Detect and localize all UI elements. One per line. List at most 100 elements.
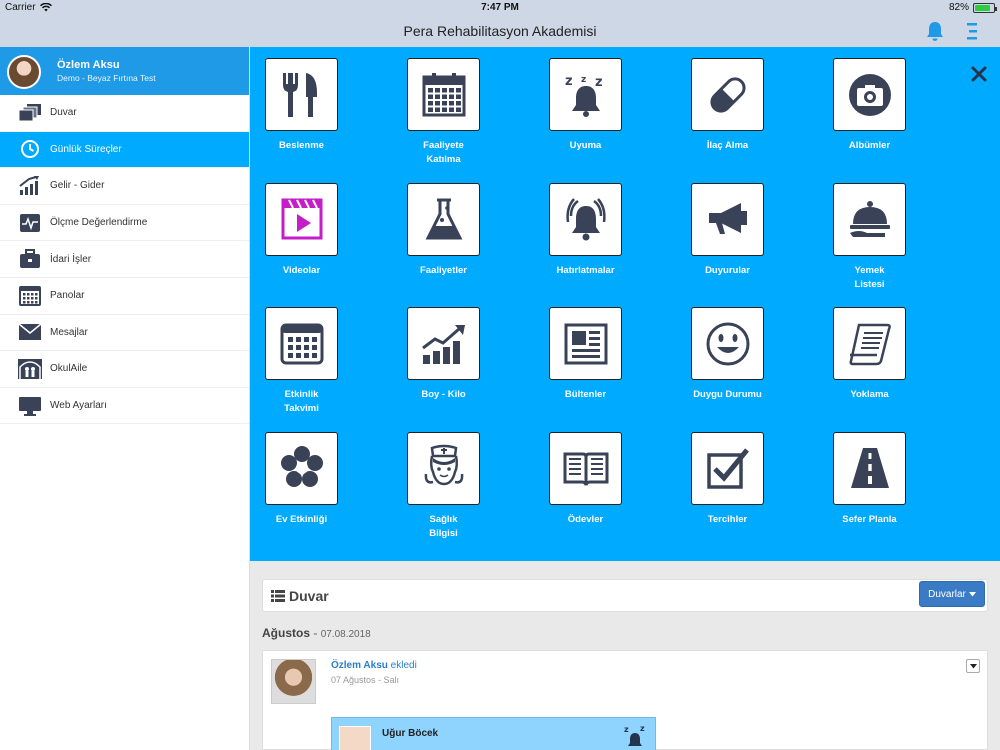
- tile[interactable]: Videolar: [250, 172, 392, 296]
- monitor-icon: [18, 396, 42, 416]
- tile[interactable]: Yoklama: [818, 296, 960, 420]
- svg-text:z: z: [640, 724, 645, 733]
- sidebar-item[interactable]: Web Ayarları: [0, 388, 249, 425]
- status-bar: Carrier 7:47 PM 82%: [0, 0, 1000, 15]
- app-title: Pera Rehabilitasyon Akademisi: [403, 23, 597, 39]
- sidebar-item-label: Web Ayarları: [50, 400, 107, 412]
- sleep-bell-icon: zz: [624, 724, 645, 746]
- tile-icon-box[interactable]: [265, 58, 338, 131]
- user-profile[interactable]: Özlem Aksu Demo - Beyaz Fırtına Test: [0, 47, 249, 95]
- tile-icon-box[interactable]: [265, 307, 338, 380]
- tile[interactable]: Sağlık Bilgisi: [392, 421, 534, 545]
- tile[interactable]: Etkinlik Takvimi: [250, 296, 392, 420]
- tile-icon-box[interactable]: [407, 307, 480, 380]
- tile[interactable]: Ev Etkinliği: [250, 421, 392, 545]
- tile[interactable]: z z z Uyuma: [534, 47, 676, 171]
- sidebar-item-label: Gelir - Gider: [50, 180, 105, 192]
- tile-label: Tercihler: [707, 513, 748, 525]
- tile-label: Duygu Durumu: [693, 389, 762, 400]
- walls-button-label: Duvarlar: [928, 588, 966, 600]
- tile-icon-box[interactable]: [833, 307, 906, 380]
- wall-icon: [18, 103, 42, 123]
- tile[interactable]: Yemek Listesi: [818, 172, 960, 296]
- notification-bell-icon[interactable]: [924, 20, 946, 42]
- child-avatar: [339, 726, 371, 750]
- tile-icon-box[interactable]: [549, 307, 622, 380]
- sidebar-item[interactable]: Panolar: [0, 278, 249, 315]
- tile[interactable]: Duyurular: [676, 172, 818, 296]
- tile-label: Ödevler: [567, 513, 604, 525]
- sidebar-item[interactable]: Gelir - Gider: [0, 168, 249, 205]
- sidebar-item[interactable]: İdari İşler: [0, 241, 249, 278]
- tile[interactable]: Faaliyetler: [392, 172, 534, 296]
- battery-level: [975, 4, 990, 11]
- tile-icon-box[interactable]: [407, 182, 480, 256]
- tile[interactable]: Faaliyete Katılma: [392, 47, 534, 171]
- post-card[interactable]: Uğur Böcek zz: [331, 717, 656, 750]
- caret-down-icon: [969, 663, 977, 668]
- post-avatar: [271, 659, 316, 704]
- flask-icon: [421, 196, 467, 242]
- tile-icon-box[interactable]: [549, 431, 622, 505]
- status-right: 82%: [949, 2, 997, 13]
- tile[interactable]: Beslenme: [250, 47, 392, 171]
- tile-label: Etkinlik Takvimi: [284, 389, 319, 414]
- megaphone-icon: [705, 196, 751, 242]
- open-book-icon: [563, 445, 609, 491]
- checkbox-icon: [705, 445, 751, 491]
- tile[interactable]: Duygu Durumu: [676, 296, 818, 420]
- svg-text:z: z: [624, 725, 629, 734]
- tile-label: Uyuma: [569, 140, 602, 151]
- wall-date-heading: Ağustos - 07.08.2018: [262, 626, 371, 640]
- tile-label: Yemek Listesi: [854, 264, 885, 290]
- tile-label: Ev Etkinliği: [275, 513, 328, 525]
- sidebar-item-label: İdari İşler: [50, 253, 92, 265]
- tile-icon-box[interactable]: [691, 307, 764, 380]
- tile[interactable]: Boy - Kilo: [392, 296, 534, 420]
- tile[interactable]: İlaç Alma: [676, 47, 818, 171]
- close-icon[interactable]: [970, 65, 988, 83]
- scroll-list-icon: [847, 321, 893, 367]
- tile-icon-box[interactable]: [549, 182, 622, 256]
- tile-icon-box[interactable]: [691, 182, 764, 256]
- tile[interactable]: Bültenler: [534, 296, 676, 420]
- sidebar-menu: Duvar Günlük Süreçler Gelir - Gider Ölçme D…: [0, 95, 249, 425]
- child-name: Uğur Böcek: [382, 728, 439, 739]
- tile-icon-box[interactable]: [833, 431, 906, 505]
- wall-title: Duvar: [289, 588, 329, 604]
- tile-icon-box[interactable]: [833, 58, 906, 131]
- food-cloche-icon: [847, 196, 893, 242]
- tile-icon-box[interactable]: [691, 58, 764, 131]
- tile[interactable]: Tercihler: [676, 421, 818, 545]
- fork-knife-icon: [279, 71, 325, 119]
- growth-bars-icon: [421, 321, 467, 367]
- menu-icon[interactable]: [965, 20, 981, 42]
- walls-dropdown-button[interactable]: Duvarlar: [919, 581, 985, 607]
- sidebar-item[interactable]: Günlük Süreçler: [0, 131, 249, 169]
- event-calendar-icon: [279, 321, 325, 367]
- tile[interactable]: Ödevler: [534, 421, 676, 545]
- sidebar-item[interactable]: Duvar: [0, 95, 249, 132]
- wall-post: Özlem Aksu ekledi 07 Ağustos - Salı Uğur…: [262, 650, 988, 750]
- sidebar-item[interactable]: Ölçme Değerlendirme: [0, 205, 249, 242]
- post-author[interactable]: Özlem Aksu: [331, 660, 388, 671]
- newsletter-icon: [563, 321, 609, 367]
- tile-label: Albümler: [848, 140, 891, 151]
- avatar: [7, 55, 41, 89]
- sidebar-item[interactable]: Mesajlar: [0, 315, 249, 352]
- tile[interactable]: Hatırlatmalar: [534, 172, 676, 296]
- tile-icon-box[interactable]: [265, 431, 338, 505]
- tile-icon-box[interactable]: [265, 182, 338, 256]
- tile-icon-box[interactable]: zzz: [549, 58, 622, 131]
- tile-icon-box[interactable]: [407, 431, 480, 505]
- tile[interactable]: Albümler: [818, 47, 960, 171]
- tile-icon-box[interactable]: [407, 58, 480, 131]
- tile[interactable]: Sefer Planla: [818, 421, 960, 545]
- post-options-button[interactable]: [966, 659, 980, 673]
- tile-icon-box[interactable]: [691, 431, 764, 505]
- sidebar-item-label: Panolar: [50, 290, 85, 302]
- camera-icon: [847, 72, 893, 118]
- tile-label: Sefer Planla: [842, 513, 897, 525]
- tile-icon-box[interactable]: [833, 182, 906, 256]
- sidebar-item[interactable]: OkulAile: [0, 351, 249, 388]
